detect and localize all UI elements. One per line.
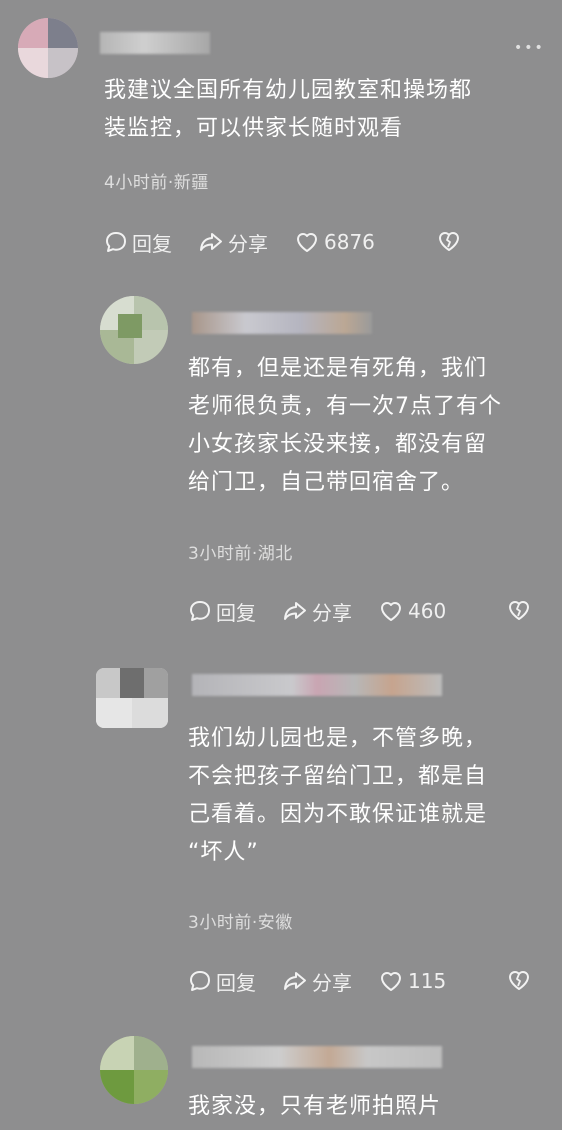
action-bar: 回复 分享 115 bbox=[188, 965, 472, 997]
comment-text: 我们幼儿园也是，不管多晚， 不会把孩子留给门卫，都是自 己看着。因为不敢保证谁就… bbox=[188, 726, 488, 865]
more-options-icon[interactable]: ••• bbox=[514, 40, 545, 56]
username-blurred[interactable] bbox=[192, 312, 372, 334]
share-button[interactable]: 分享 bbox=[198, 228, 268, 257]
broken-heart-icon[interactable] bbox=[506, 598, 532, 622]
broken-heart-icon[interactable] bbox=[436, 229, 462, 253]
avatar[interactable] bbox=[100, 296, 168, 364]
share-button[interactable]: 分享 bbox=[282, 967, 352, 996]
heart-icon bbox=[381, 972, 401, 991]
comment-meta: 4小时前·新疆 bbox=[104, 173, 209, 193]
speech-bubble-icon bbox=[190, 971, 210, 991]
share-arrow-icon bbox=[284, 972, 306, 990]
reply-label: 回复 bbox=[216, 600, 256, 625]
like-button[interactable]: 6876 bbox=[294, 230, 375, 254]
comment-meta: 3小时前·湖北 bbox=[188, 544, 293, 564]
like-count: 460 bbox=[408, 599, 447, 623]
heart-icon bbox=[297, 233, 317, 252]
like-button[interactable]: 460 bbox=[378, 599, 446, 623]
reply-label: 回复 bbox=[216, 970, 256, 995]
like-button[interactable]: 115 bbox=[378, 969, 446, 993]
broken-heart-icon[interactable] bbox=[506, 968, 532, 992]
share-arrow-icon bbox=[284, 602, 306, 620]
comment-meta: 3小时前·安徽 bbox=[188, 913, 293, 933]
share-label: 分享 bbox=[312, 600, 352, 625]
like-count: 115 bbox=[408, 969, 447, 993]
comment-text: 我建议全国所有幼儿园教室和操场都 装监控，可以供家长随时观看 bbox=[104, 78, 473, 141]
comment-text: 都有，但是还是有死角，我们 老师很负责，有一次7点了有个 小女孩家长没来接，都没… bbox=[188, 356, 502, 495]
action-bar: 回复 分享 6876 bbox=[104, 226, 401, 258]
reply-button[interactable]: 回复 bbox=[188, 597, 256, 626]
speech-bubble-icon bbox=[190, 601, 210, 621]
comment-text: 我家没，只有老师拍照片 bbox=[188, 1094, 442, 1119]
share-label: 分享 bbox=[228, 231, 268, 256]
like-count: 6876 bbox=[324, 230, 375, 254]
action-bar: 回复 分享 460 bbox=[188, 595, 472, 627]
avatar[interactable] bbox=[96, 668, 168, 728]
reply-button[interactable]: 回复 bbox=[104, 228, 172, 257]
username-blurred[interactable] bbox=[192, 674, 442, 696]
reply-label: 回复 bbox=[132, 231, 172, 256]
username-blurred[interactable] bbox=[192, 1046, 442, 1068]
avatar[interactable] bbox=[100, 1036, 168, 1104]
share-button[interactable]: 分享 bbox=[282, 597, 352, 626]
share-arrow-icon bbox=[200, 233, 222, 251]
share-label: 分享 bbox=[312, 970, 352, 995]
speech-bubble-icon bbox=[106, 232, 126, 252]
reply-button[interactable]: 回复 bbox=[188, 967, 256, 996]
heart-icon bbox=[381, 602, 401, 621]
username-blurred[interactable] bbox=[100, 32, 210, 54]
avatar[interactable] bbox=[18, 18, 78, 78]
